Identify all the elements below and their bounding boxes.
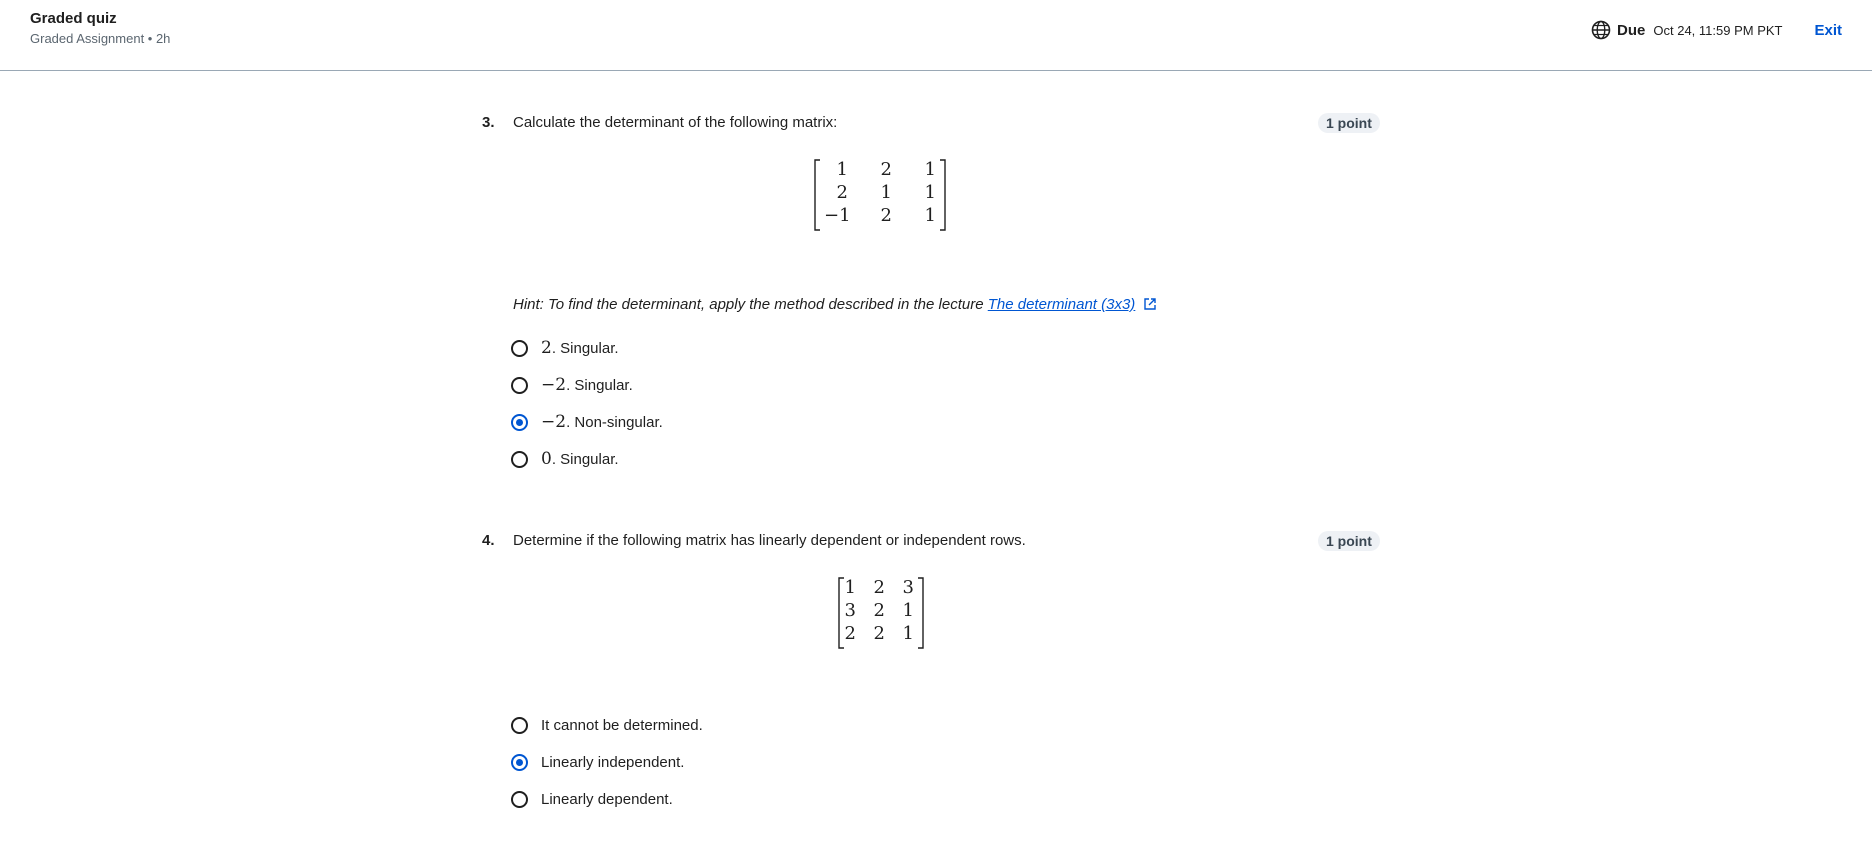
- external-link-icon[interactable]: [1143, 297, 1157, 311]
- matrix-cell: 3: [902, 577, 914, 598]
- left-bracket: [814, 159, 820, 231]
- quiz-subtitle: Graded Assignment • 2h: [30, 31, 171, 46]
- hint-prefix: Hint: To find the determinant, apply the…: [513, 296, 988, 313]
- question-number: 4.: [482, 532, 495, 549]
- matrix-cell: 1: [924, 182, 936, 203]
- question-text: Calculate the determinant of the followi…: [513, 114, 838, 131]
- option-q3-4[interactable]: 0. Singular.: [511, 447, 619, 471]
- matrix-cell: 2: [880, 205, 892, 226]
- matrix-cell: 1: [902, 623, 914, 644]
- option-label: . Singular.: [551, 339, 619, 357]
- radio-button[interactable]: [511, 376, 528, 394]
- radio-button-selected[interactable]: [511, 413, 528, 431]
- option-math: −2: [541, 412, 567, 432]
- quiz-header: Graded quiz Graded Assignment • 2h Due O…: [0, 0, 1872, 71]
- option-q4-2[interactable]: Linearly independent.: [511, 750, 684, 774]
- globe-icon[interactable]: [1591, 20, 1611, 40]
- option-q3-2[interactable]: −2. Singular.: [511, 373, 633, 397]
- matrix-cell: 1: [880, 182, 892, 203]
- option-label: . Singular.: [566, 376, 633, 394]
- option-q4-3[interactable]: Linearly dependent.: [511, 787, 673, 811]
- matrix-cell: 2: [873, 623, 885, 644]
- matrix-q4: 1 2 3 3 2 1 2 2 1: [836, 576, 926, 650]
- option-label: It cannot be determined.: [541, 716, 703, 734]
- due-date: Oct 24, 11:59 PM PKT: [1653, 22, 1783, 38]
- option-math: −2: [541, 375, 567, 395]
- option-label: Linearly independent.: [541, 753, 685, 771]
- right-bracket: [940, 159, 946, 231]
- radio-button[interactable]: [511, 790, 528, 808]
- option-q4-1[interactable]: It cannot be determined.: [511, 713, 703, 737]
- option-q3-1[interactable]: 2. Singular.: [511, 336, 619, 360]
- exit-button[interactable]: Exit: [1814, 22, 1842, 39]
- matrix-cell: 1: [836, 159, 848, 180]
- radio-button[interactable]: [511, 716, 528, 734]
- matrix-cell: 1: [924, 205, 936, 226]
- points-badge: 1 point: [1318, 531, 1380, 551]
- option-q3-3[interactable]: −2. Non-singular.: [511, 410, 663, 434]
- right-bracket: [918, 577, 924, 649]
- hint-text: Hint: To find the determinant, apply the…: [513, 296, 1157, 313]
- radio-button[interactable]: [511, 339, 528, 357]
- option-label: . Non-singular.: [566, 413, 663, 431]
- matrix-cell: 1: [844, 577, 856, 598]
- radio-button-selected[interactable]: [511, 753, 528, 771]
- matrix-cell: 2: [873, 577, 885, 598]
- matrix-cell: 2: [836, 182, 848, 203]
- matrix-cell: 3: [844, 600, 856, 621]
- matrix-q3: 1 2 1 2 1 1 −1 2 1: [812, 158, 948, 232]
- matrix-cell: 1: [924, 159, 936, 180]
- question-number: 3.: [482, 114, 495, 131]
- radio-button[interactable]: [511, 450, 528, 468]
- points-badge: 1 point: [1318, 113, 1380, 133]
- option-math: 0: [541, 449, 552, 469]
- option-label: Linearly dependent.: [541, 790, 673, 808]
- due-label: Due: [1617, 21, 1646, 39]
- matrix-cell: 2: [873, 600, 885, 621]
- question-text: Determine if the following matrix has li…: [513, 532, 1026, 549]
- quiz-title: Graded quiz: [30, 10, 117, 27]
- matrix-cell: −1: [824, 205, 851, 226]
- matrix-cell: 1: [902, 600, 914, 621]
- matrix-cell: 2: [880, 159, 892, 180]
- option-label: . Singular.: [551, 450, 619, 468]
- lecture-link[interactable]: The determinant (3x3): [988, 296, 1136, 313]
- header-right: Due Oct 24, 11:59 PM PKT Exit: [1591, 19, 1842, 41]
- option-math: 2: [541, 338, 552, 358]
- matrix-cell: 2: [844, 623, 856, 644]
